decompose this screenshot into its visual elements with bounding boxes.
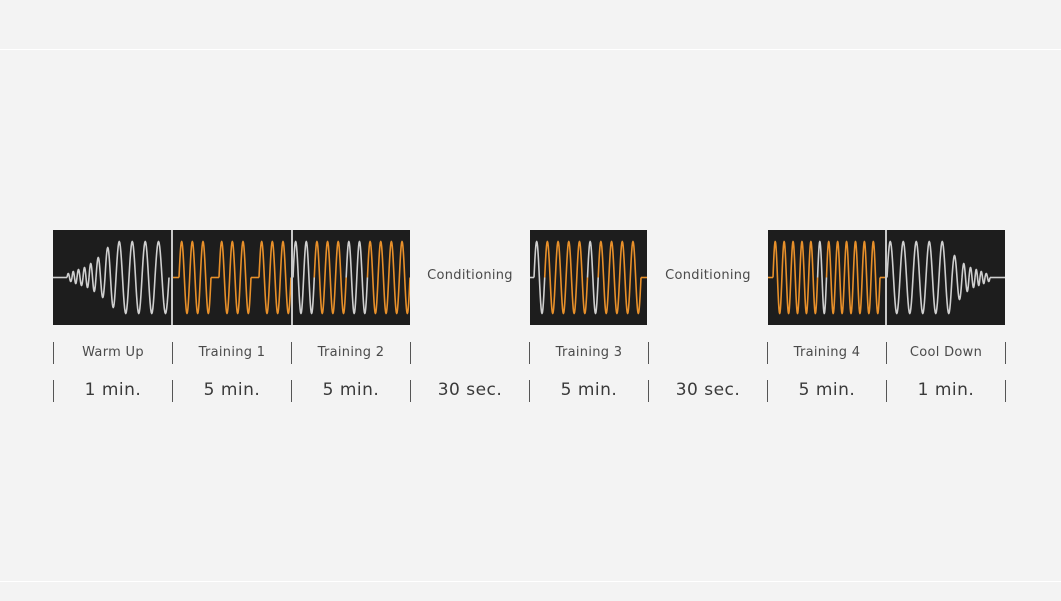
waveform-line: [938, 240, 953, 315]
segment-label-training-4: Training 4: [793, 345, 861, 360]
waveform-line: [984, 272, 991, 283]
waveform-line: [968, 266, 976, 289]
waveform-line: [154, 240, 170, 315]
top-divider-line: [0, 49, 1061, 50]
waveform-line: [82, 266, 90, 289]
segment-duration-training-1: 5 min.: [203, 380, 261, 400]
waveform-line: [141, 240, 156, 315]
waveform-line: [961, 262, 970, 293]
wave-training-4: [768, 230, 885, 325]
waveform-line: [899, 240, 914, 315]
waveform-line: [772, 240, 783, 315]
waveform-line: [178, 240, 191, 315]
segment-duration-training-4: 5 min.: [798, 380, 856, 400]
waveform-line: [104, 246, 117, 309]
waveform-line: [565, 240, 578, 315]
waveform-line: [293, 240, 305, 315]
segment-duration-conditioning-2: 30 sec.: [675, 380, 741, 400]
waveform-line: [71, 270, 78, 285]
segment-label-training-1: Training 1: [198, 345, 266, 360]
waveform-line: [76, 268, 84, 287]
waveform-line: [377, 240, 390, 315]
waveform-line: [887, 240, 901, 315]
segment-duration-cool-down: 1 min.: [917, 380, 975, 400]
waveform-line: [912, 240, 927, 315]
waveform-line: [597, 240, 610, 315]
waveform-line: [781, 240, 792, 315]
wave-warm-up: [53, 230, 171, 325]
waveform-line: [218, 240, 231, 315]
waveform-line: [239, 240, 252, 315]
waveform-line: [834, 240, 846, 315]
waveform-line: [608, 240, 621, 315]
waveform-line: [88, 262, 97, 293]
waveform-line: [302, 240, 316, 315]
waveform-line: [356, 240, 369, 315]
waveform-line: [974, 268, 981, 287]
wave-cool-down: [887, 230, 1005, 325]
segment-label-warm-up: Warm Up: [82, 345, 144, 360]
wave-panel-group-2: [530, 230, 647, 325]
segment-duration-training-2: 5 min.: [322, 380, 380, 400]
waveform-line: [334, 240, 347, 315]
conditioning-label-1: Conditioning: [427, 268, 513, 283]
waveform-line: [366, 240, 379, 315]
tick: [1005, 380, 1006, 402]
wave-panel-group-1: [53, 230, 410, 325]
waveform-line: [798, 240, 810, 315]
waveform-line: [66, 272, 73, 283]
waveform-line: [188, 240, 202, 315]
waveform-line: [268, 240, 282, 315]
segment-duration-warm-up: 1 min.: [84, 380, 142, 400]
waveform-line: [790, 240, 801, 315]
waveform-line: [279, 240, 291, 315]
segment-label-training-3: Training 3: [555, 345, 623, 360]
waveform-line: [95, 256, 106, 299]
waveform-line: [825, 240, 837, 315]
wave-training-1: [173, 230, 291, 325]
waveform-line: [925, 240, 940, 315]
waveform-line: [979, 270, 986, 285]
conditioning-label-2: Conditioning: [665, 268, 751, 283]
waveform-line: [554, 240, 567, 315]
waveform-line: [816, 240, 828, 315]
segment-duration-conditioning-1: 30 sec.: [437, 380, 503, 400]
waveform-line: [843, 240, 855, 315]
waveform-line: [870, 240, 881, 315]
wave-training-3: [530, 230, 647, 325]
waveform-line: [128, 240, 143, 315]
waveform-line: [228, 240, 242, 315]
waveform-line: [313, 240, 326, 315]
waveform-line: [807, 240, 819, 315]
segment-label-cool-down: Cool Down: [909, 345, 983, 360]
tick: [410, 342, 411, 364]
waveform-line: [398, 240, 410, 315]
waveform-line: [629, 240, 642, 315]
waveform-line: [586, 240, 599, 315]
waveform-line: [387, 240, 401, 315]
waveform-line: [324, 240, 337, 315]
waveform-line: [345, 240, 358, 315]
waveform-line: [951, 254, 963, 301]
waveform-line: [543, 240, 557, 315]
waveform-line: [618, 240, 632, 315]
waveform-line: [115, 240, 130, 315]
segment-duration-training-3: 5 min.: [560, 380, 618, 400]
waveform-line: [861, 240, 872, 315]
bottom-divider-line: [0, 581, 1061, 582]
waveform-line: [199, 240, 212, 315]
tick: [648, 342, 649, 364]
segment-label-training-2: Training 2: [317, 345, 385, 360]
wave-training-2: [293, 230, 410, 325]
tick: [1005, 342, 1006, 364]
waveform-line: [576, 240, 589, 315]
waveform-line: [533, 240, 546, 315]
waveform-line: [258, 240, 271, 315]
wave-panel-group-3: [768, 230, 1005, 325]
waveform-line: [852, 240, 863, 315]
